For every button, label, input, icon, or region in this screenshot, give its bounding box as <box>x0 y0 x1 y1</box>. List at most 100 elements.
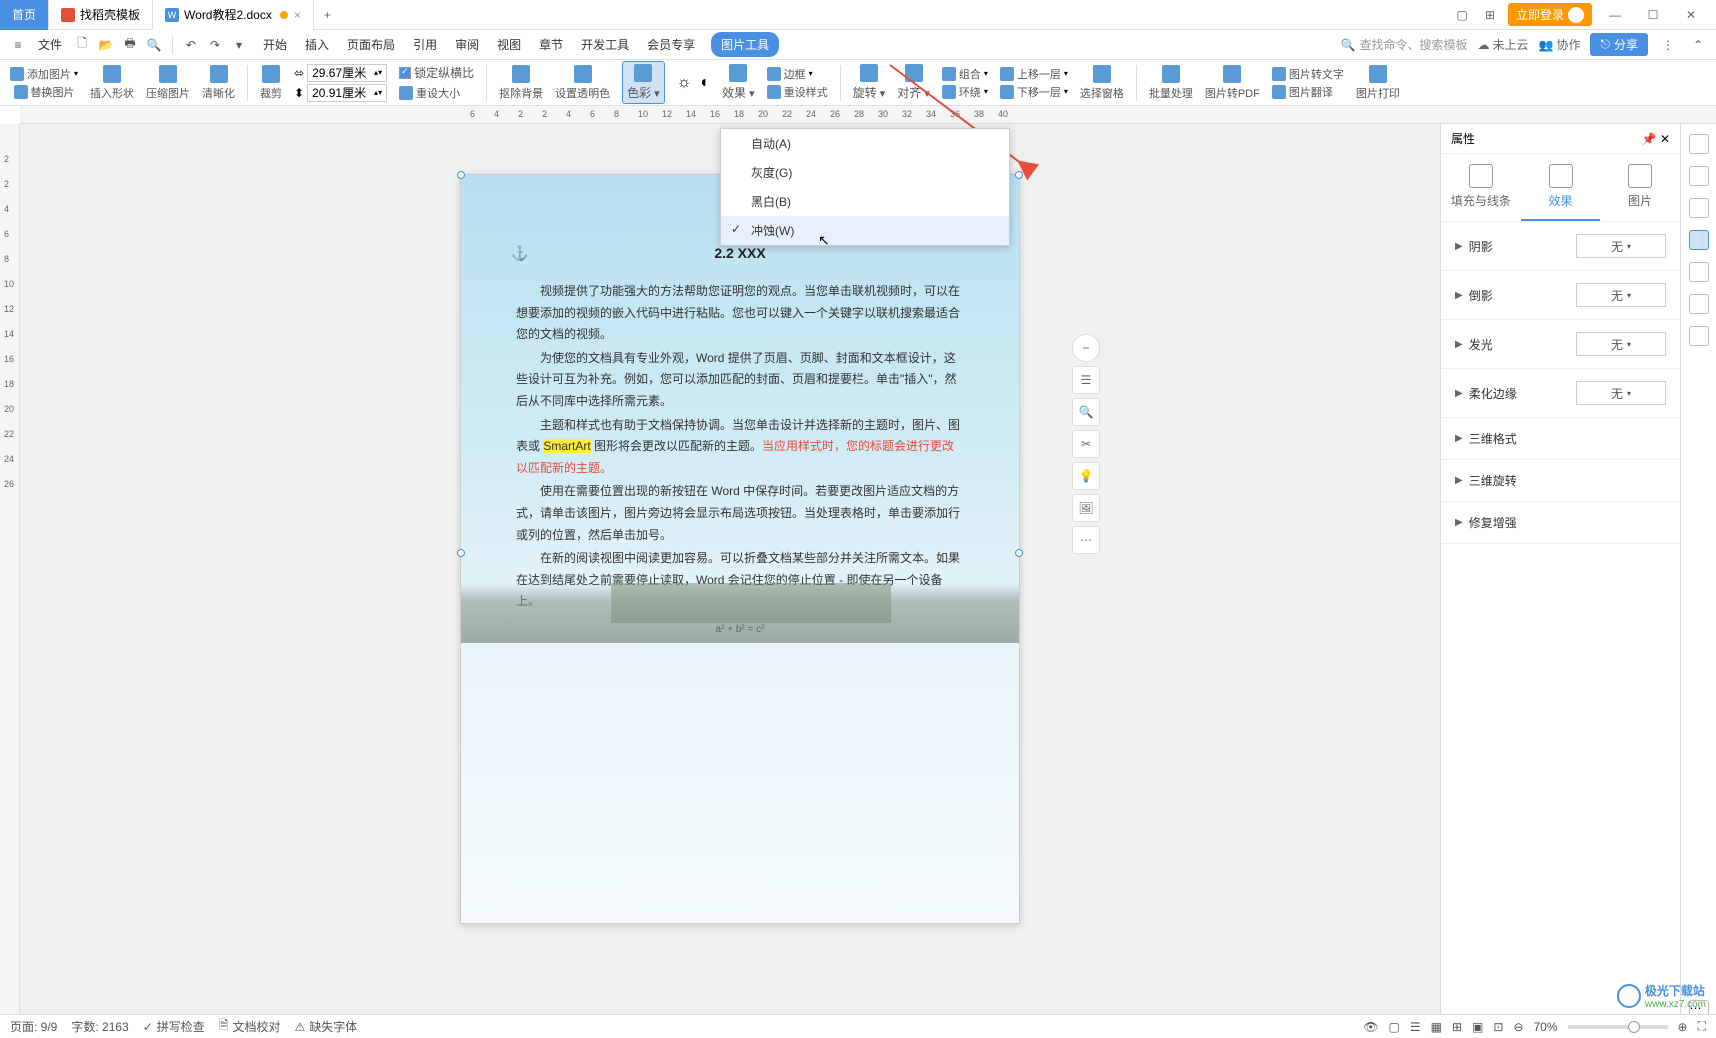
view2-icon[interactable]: ☰ <box>1410 1020 1421 1034</box>
layout-icon[interactable]: ▢ <box>1452 5 1472 25</box>
tab-references[interactable]: 引用 <box>411 32 439 57</box>
apps-icon[interactable]: ⊞ <box>1480 5 1500 25</box>
shadow-select[interactable]: 无▾ <box>1576 234 1666 258</box>
tab-view[interactable]: 视图 <box>495 32 523 57</box>
transparent-button[interactable]: 设置透明色 <box>555 65 610 101</box>
tab-insert[interactable]: 插入 <box>303 32 331 57</box>
tab-review[interactable]: 审阅 <box>453 32 481 57</box>
section-shadow[interactable]: ▶阴影无▾ <box>1441 222 1680 271</box>
zoom-value[interactable]: 70% <box>1534 1020 1558 1034</box>
add-image-button[interactable]: 添加图片▾ <box>10 66 78 82</box>
rail-select-icon[interactable] <box>1689 198 1709 218</box>
eye-icon[interactable]: 👁 <box>1363 1020 1378 1034</box>
share-button[interactable]: ⎋分享 <box>1590 33 1648 56</box>
rail-settings-icon[interactable] <box>1689 294 1709 314</box>
batch-button[interactable]: 批量处理 <box>1149 65 1193 101</box>
reset-size-button[interactable]: 重设大小 <box>399 85 474 101</box>
replace-image-button[interactable]: 替换图片 <box>14 84 75 100</box>
section-enhance[interactable]: ▶修复增强 <box>1441 502 1680 544</box>
section-reflection[interactable]: ▶倒影无▾ <box>1441 271 1680 320</box>
tab-developer[interactable]: 开发工具 <box>579 32 631 57</box>
selection-handle[interactable] <box>1015 549 1023 557</box>
spell-check-button[interactable]: ✓拼写检查 <box>143 1018 205 1035</box>
selection-handle[interactable] <box>457 549 465 557</box>
proof-button[interactable]: 🗎文档校对 <box>219 1016 281 1037</box>
maximize-button[interactable]: ☐ <box>1638 5 1668 25</box>
new-icon[interactable]: 🗋 <box>72 35 92 55</box>
tab-page-layout[interactable]: 页面布局 <box>345 32 397 57</box>
reset-style-button[interactable]: 重设样式 <box>767 84 828 100</box>
height-input[interactable]: 20.91厘米▴▾ <box>307 84 387 102</box>
tab-picture[interactable]: 图片 <box>1600 154 1680 221</box>
tab-member[interactable]: 会员专享 <box>645 32 697 57</box>
zoom-button[interactable]: 🔍 <box>1072 398 1100 426</box>
sharpen-button[interactable]: 清晰化 <box>202 65 235 101</box>
login-button[interactable]: 立即登录 <box>1508 3 1592 26</box>
rail-properties-icon[interactable] <box>1689 230 1709 250</box>
crop-button[interactable]: 裁剪 <box>260 65 282 101</box>
page-indicator[interactable]: 页面: 9/9 <box>10 1018 57 1035</box>
undo-icon[interactable]: ↶ <box>181 35 201 55</box>
color-auto-item[interactable]: 自动(A) <box>721 129 1009 158</box>
collapse-icon[interactable]: ⌃ <box>1688 35 1708 55</box>
horizontal-ruler[interactable]: 642246810121416182022242628303234363840 <box>20 106 1716 124</box>
lock-ratio-checkbox[interactable]: 锁定纵横比 <box>399 64 474 81</box>
close-panel-icon[interactable]: ✕ <box>1660 132 1670 146</box>
section-glow[interactable]: ▶发光无▾ <box>1441 320 1680 369</box>
add-tab-button[interactable]: + <box>314 8 341 22</box>
pin-icon[interactable]: 📌 <box>1642 132 1657 146</box>
zoom-out-button[interactable]: − <box>1072 334 1100 362</box>
tab-document[interactable]: WWord教程2.docx× <box>153 0 314 30</box>
more-float-button[interactable]: ⋯ <box>1072 526 1100 554</box>
idea-button[interactable]: 💡 <box>1072 462 1100 490</box>
crop-float-button[interactable]: ✂ <box>1072 430 1100 458</box>
rail-diamond-icon[interactable] <box>1689 134 1709 154</box>
more-icon[interactable]: ⋮ <box>1658 35 1678 55</box>
selection-handle[interactable] <box>457 171 465 179</box>
effect-button[interactable]: 效果 ▾ <box>722 64 755 101</box>
close-tab-icon[interactable]: × <box>294 8 301 22</box>
soft-edge-select[interactable]: 无▾ <box>1576 381 1666 405</box>
close-window-button[interactable]: ✕ <box>1676 5 1706 25</box>
document-page[interactable]: ⚓ 2.2 XXX 视频提供了功能强大的方法帮助您证明您的观点。当您单击联机视频… <box>460 174 1020 924</box>
color-bw-item[interactable]: 黑白(B) <box>721 187 1009 216</box>
zoom-slider[interactable] <box>1568 1025 1668 1029</box>
document-canvas[interactable]: ⚓ 2.2 XXX 视频提供了功能强大的方法帮助您证明您的观点。当您单击联机视频… <box>20 124 1440 1020</box>
vertical-ruler[interactable]: 22468101214161820222426 <box>0 124 20 1020</box>
remove-bg-button[interactable]: 抠除背景 <box>499 65 543 101</box>
section-3d[interactable]: ▶三维格式 <box>1441 418 1680 460</box>
select-pane-button[interactable]: 选择窗格 <box>1080 65 1124 101</box>
image-float-button[interactable]: 🖼 <box>1072 494 1100 522</box>
file-menu[interactable]: 文件 <box>32 34 68 55</box>
width-input[interactable]: 29.67厘米▴▾ <box>307 64 387 82</box>
cloud-button[interactable]: ☁未上云 <box>1478 36 1529 53</box>
border-button[interactable]: 边框▾ <box>767 66 828 82</box>
fullscreen-icon[interactable]: ⛶ <box>1698 1019 1706 1034</box>
tab-templates[interactable]: 找稻壳模板 <box>49 0 153 30</box>
word-count[interactable]: 字数: 2163 <box>71 1018 128 1035</box>
section-3d-rotate[interactable]: ▶三维旋转 <box>1441 460 1680 502</box>
missing-font-button[interactable]: ⚠缺失字体 <box>294 1018 357 1035</box>
zoom-in-icon[interactable]: ⊕ <box>1678 1020 1688 1034</box>
contrast-icon[interactable]: ◐ <box>700 74 710 92</box>
tab-start[interactable]: 开始 <box>261 32 289 57</box>
tab-section[interactable]: 章节 <box>537 32 565 57</box>
print-icon[interactable]: 🖶 <box>120 35 140 55</box>
section-soft-edge[interactable]: ▶柔化边缘无▾ <box>1441 369 1680 418</box>
insert-shape-button[interactable]: 插入形状 <box>90 65 134 101</box>
reflection-select[interactable]: 无▾ <box>1576 283 1666 307</box>
tab-home[interactable]: 首页 <box>0 0 49 30</box>
minimize-button[interactable]: — <box>1600 5 1630 25</box>
color-washout-item[interactable]: 冲蚀(W) <box>721 216 1009 245</box>
translate-button[interactable]: 图片翻译 <box>1272 84 1344 100</box>
glow-select[interactable]: 无▾ <box>1576 332 1666 356</box>
open-icon[interactable]: 📂 <box>96 35 116 55</box>
color-button[interactable]: 色彩 ▾ <box>622 61 665 104</box>
tab-fill-line[interactable]: 填充与线条 <box>1441 154 1521 221</box>
brightness-icon[interactable]: ☼ <box>677 74 692 92</box>
dropdown-icon[interactable]: ▾ <box>229 35 249 55</box>
preview-icon[interactable]: 🔍 <box>144 35 164 55</box>
color-gray-item[interactable]: 灰度(G) <box>721 158 1009 187</box>
view4-icon[interactable]: ⊞ <box>1452 1020 1462 1034</box>
compress-button[interactable]: 压缩图片 <box>146 65 190 101</box>
